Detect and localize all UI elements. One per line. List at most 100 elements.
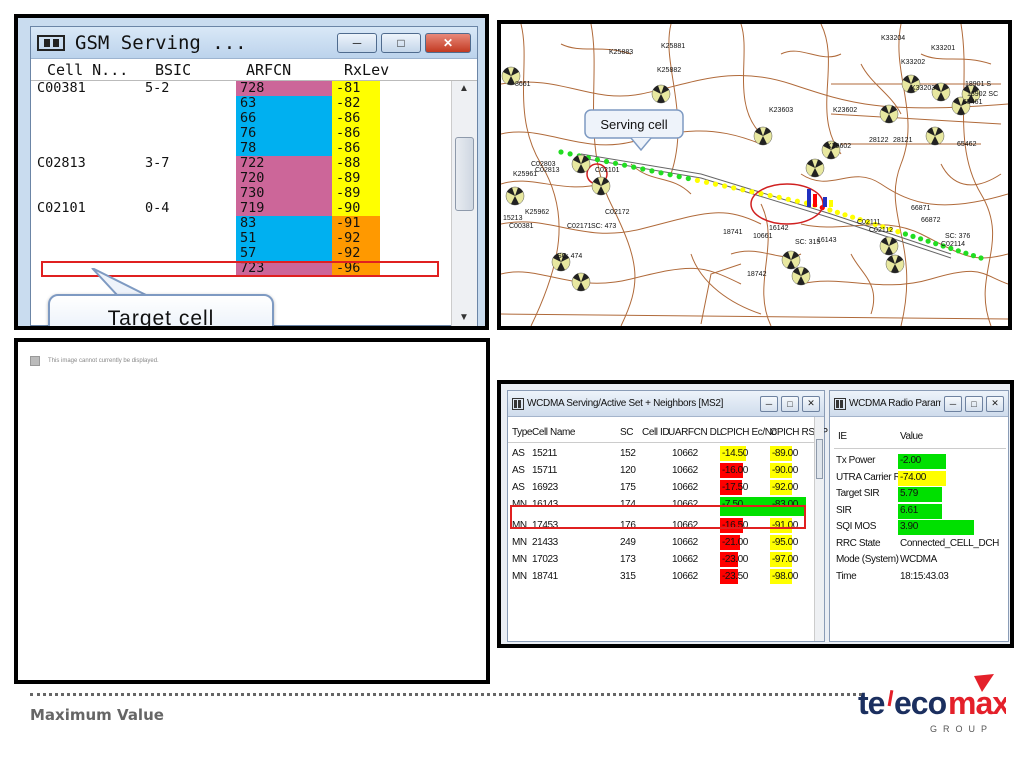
ie-name: Time — [836, 570, 857, 582]
table-row[interactable]: 76 -86 — [31, 126, 477, 141]
column-header-uarfcn[interactable]: UARFCN DL — [668, 423, 722, 443]
radio-params-title-bar[interactable]: WCDMA Radio Paramete... ─ □ ✕ — [830, 391, 1008, 417]
cell-name — [31, 246, 141, 261]
table-row[interactable]: C02813 3-7 722 -88 — [31, 156, 477, 171]
map-label: 8661 — [515, 81, 531, 88]
route-point — [676, 174, 682, 180]
rscp-value: -98.00 — [772, 571, 798, 582]
table-row[interactable]: C02101 0-4 719 -90 — [31, 201, 477, 216]
table-row[interactable]: AS 16923 175 10662 -17.50 -92.00 — [508, 479, 818, 496]
rscp-value: -89.00 — [772, 448, 798, 459]
window-icon — [512, 397, 524, 410]
map-label: K33204 — [881, 35, 905, 42]
map-label: K25883 — [609, 49, 633, 56]
ie-value: WCDMA — [900, 554, 937, 565]
route-point — [622, 162, 628, 168]
wcdma-serving-title-bar[interactable]: WCDMA Serving/Active Set + Neighbors [MS… — [508, 391, 824, 417]
radio-params-title: WCDMA Radio Paramete... — [849, 398, 941, 409]
cell-sc: 175 — [620, 482, 636, 493]
wcdma-scrollbar[interactable] — [814, 417, 824, 641]
maximize-button[interactable]: □ — [381, 32, 421, 53]
table-row[interactable]: C00381 5-2 728 -81 — [31, 81, 477, 96]
column-header-cell-id[interactable]: Cell ID — [642, 423, 670, 443]
table-row[interactable]: MN 17023 173 10662 -23.00 -97.00 — [508, 551, 818, 568]
map-canvas[interactable]: 8661K25883K25881K25882K25191K23603K25961… — [501, 24, 1008, 326]
route-point — [731, 185, 737, 191]
minimize-button[interactable]: ─ — [760, 395, 778, 412]
table-row[interactable]: UTRA Carrier RSSI -74.00 — [834, 470, 1006, 487]
ie-value: -2.00 — [900, 455, 921, 466]
footer-dotted-line — [30, 693, 862, 696]
table-row[interactable]: 63 -82 — [31, 96, 477, 111]
column-header-bsic[interactable]: BSIC — [141, 61, 236, 79]
arfcn-value: 63 — [236, 96, 332, 111]
map-label: SC: 315 — [795, 239, 820, 246]
map-label: C02813 — [535, 167, 560, 174]
minimize-button[interactable]: ─ — [944, 395, 962, 412]
close-button[interactable]: ✕ — [802, 395, 820, 412]
scroll-thumb[interactable] — [455, 137, 474, 211]
column-header-value[interactable]: Value — [900, 425, 923, 449]
minimize-button[interactable]: ─ — [337, 32, 377, 53]
table-row[interactable]: MN 18741 315 10662 -23.50 -98.00 — [508, 568, 818, 585]
column-header-ie[interactable]: IE — [838, 425, 847, 449]
column-header-sc[interactable]: SC — [620, 423, 633, 443]
arfcn-value: 720 — [236, 171, 332, 186]
bsic-value — [141, 141, 236, 156]
rxlev-value: -90 — [332, 201, 380, 216]
gsm-title-bar[interactable]: GSM Serving ... ─ □ ✕ — [31, 27, 477, 59]
signal-bars-icon — [807, 189, 833, 207]
table-row[interactable]: AS 15711 120 10662 -16.00 -90.00 — [508, 462, 818, 479]
map-label: C00381 — [509, 223, 534, 230]
close-button[interactable]: ✕ — [986, 395, 1004, 412]
maximize-button[interactable]: □ — [781, 395, 799, 412]
route-point — [658, 170, 664, 176]
table-row[interactable]: 66 -86 — [31, 111, 477, 126]
table-row[interactable]: 83 -91 — [31, 216, 477, 231]
table-row[interactable]: Tx Power -2.00 — [834, 453, 1006, 470]
bsic-value — [141, 126, 236, 141]
column-header-cell-name[interactable]: Cell N... — [31, 61, 141, 79]
table-row[interactable]: 730 -89 — [31, 186, 477, 201]
cell-site-icon — [805, 158, 825, 178]
table-row[interactable]: 51 -92 — [31, 231, 477, 246]
table-row[interactable]: AS 15211 152 10662 -14.50 -89.00 — [508, 445, 818, 462]
column-header-ecno[interactable]: CPICH Ec/No — [720, 423, 777, 443]
column-header-cell-name[interactable]: Cell Name — [532, 423, 575, 443]
ie-name: SIR — [836, 504, 852, 516]
gsm-scrollbar[interactable]: ▲ ▼ — [451, 81, 477, 326]
table-row[interactable]: Mode (System) WCDMA — [834, 552, 1006, 569]
table-row[interactable]: RRC State Connected_CELL_DCH — [834, 536, 1006, 553]
route-point — [827, 207, 833, 213]
ie-value: 3.90 — [900, 521, 918, 532]
arfcn-value: 76 — [236, 126, 332, 141]
table-row[interactable]: 720 -89 — [31, 171, 477, 186]
map-label: 66871 — [911, 205, 931, 212]
table-row[interactable]: Target SIR 5.79 — [834, 486, 1006, 503]
cell-site-icon — [791, 266, 811, 286]
table-row[interactable]: MN 21433 249 10662 -21.00 -95.00 — [508, 534, 818, 551]
cell-name — [31, 216, 141, 231]
scroll-down-icon[interactable]: ▼ — [459, 312, 469, 323]
table-row[interactable]: 78 -86 — [31, 141, 477, 156]
scroll-thumb[interactable] — [816, 439, 823, 479]
scroll-up-icon[interactable]: ▲ — [459, 83, 469, 94]
table-row[interactable]: SQI MOS 3.90 — [834, 519, 1006, 536]
arfcn-value: 719 — [236, 201, 332, 216]
cell-name — [31, 111, 141, 126]
column-header-type[interactable]: Type — [512, 423, 532, 443]
table-row[interactable]: SIR 6.61 — [834, 503, 1006, 520]
table-row[interactable]: 57 -92 — [31, 246, 477, 261]
close-button[interactable]: ✕ — [425, 32, 471, 53]
column-header-rxlev[interactable]: RxLev — [332, 61, 412, 79]
cell-uarfcn: 10662 — [672, 571, 698, 582]
column-header-arfcn[interactable]: ARFCN — [236, 61, 332, 79]
route-point — [722, 183, 728, 189]
route-point — [963, 250, 969, 256]
bsic-value — [141, 246, 236, 261]
ie-value: 5.79 — [900, 488, 918, 499]
table-row[interactable]: Time 18:15:43.03 — [834, 569, 1006, 586]
map-label: K33202 — [901, 59, 925, 66]
maximize-button[interactable]: □ — [965, 395, 983, 412]
route-point — [785, 196, 791, 202]
